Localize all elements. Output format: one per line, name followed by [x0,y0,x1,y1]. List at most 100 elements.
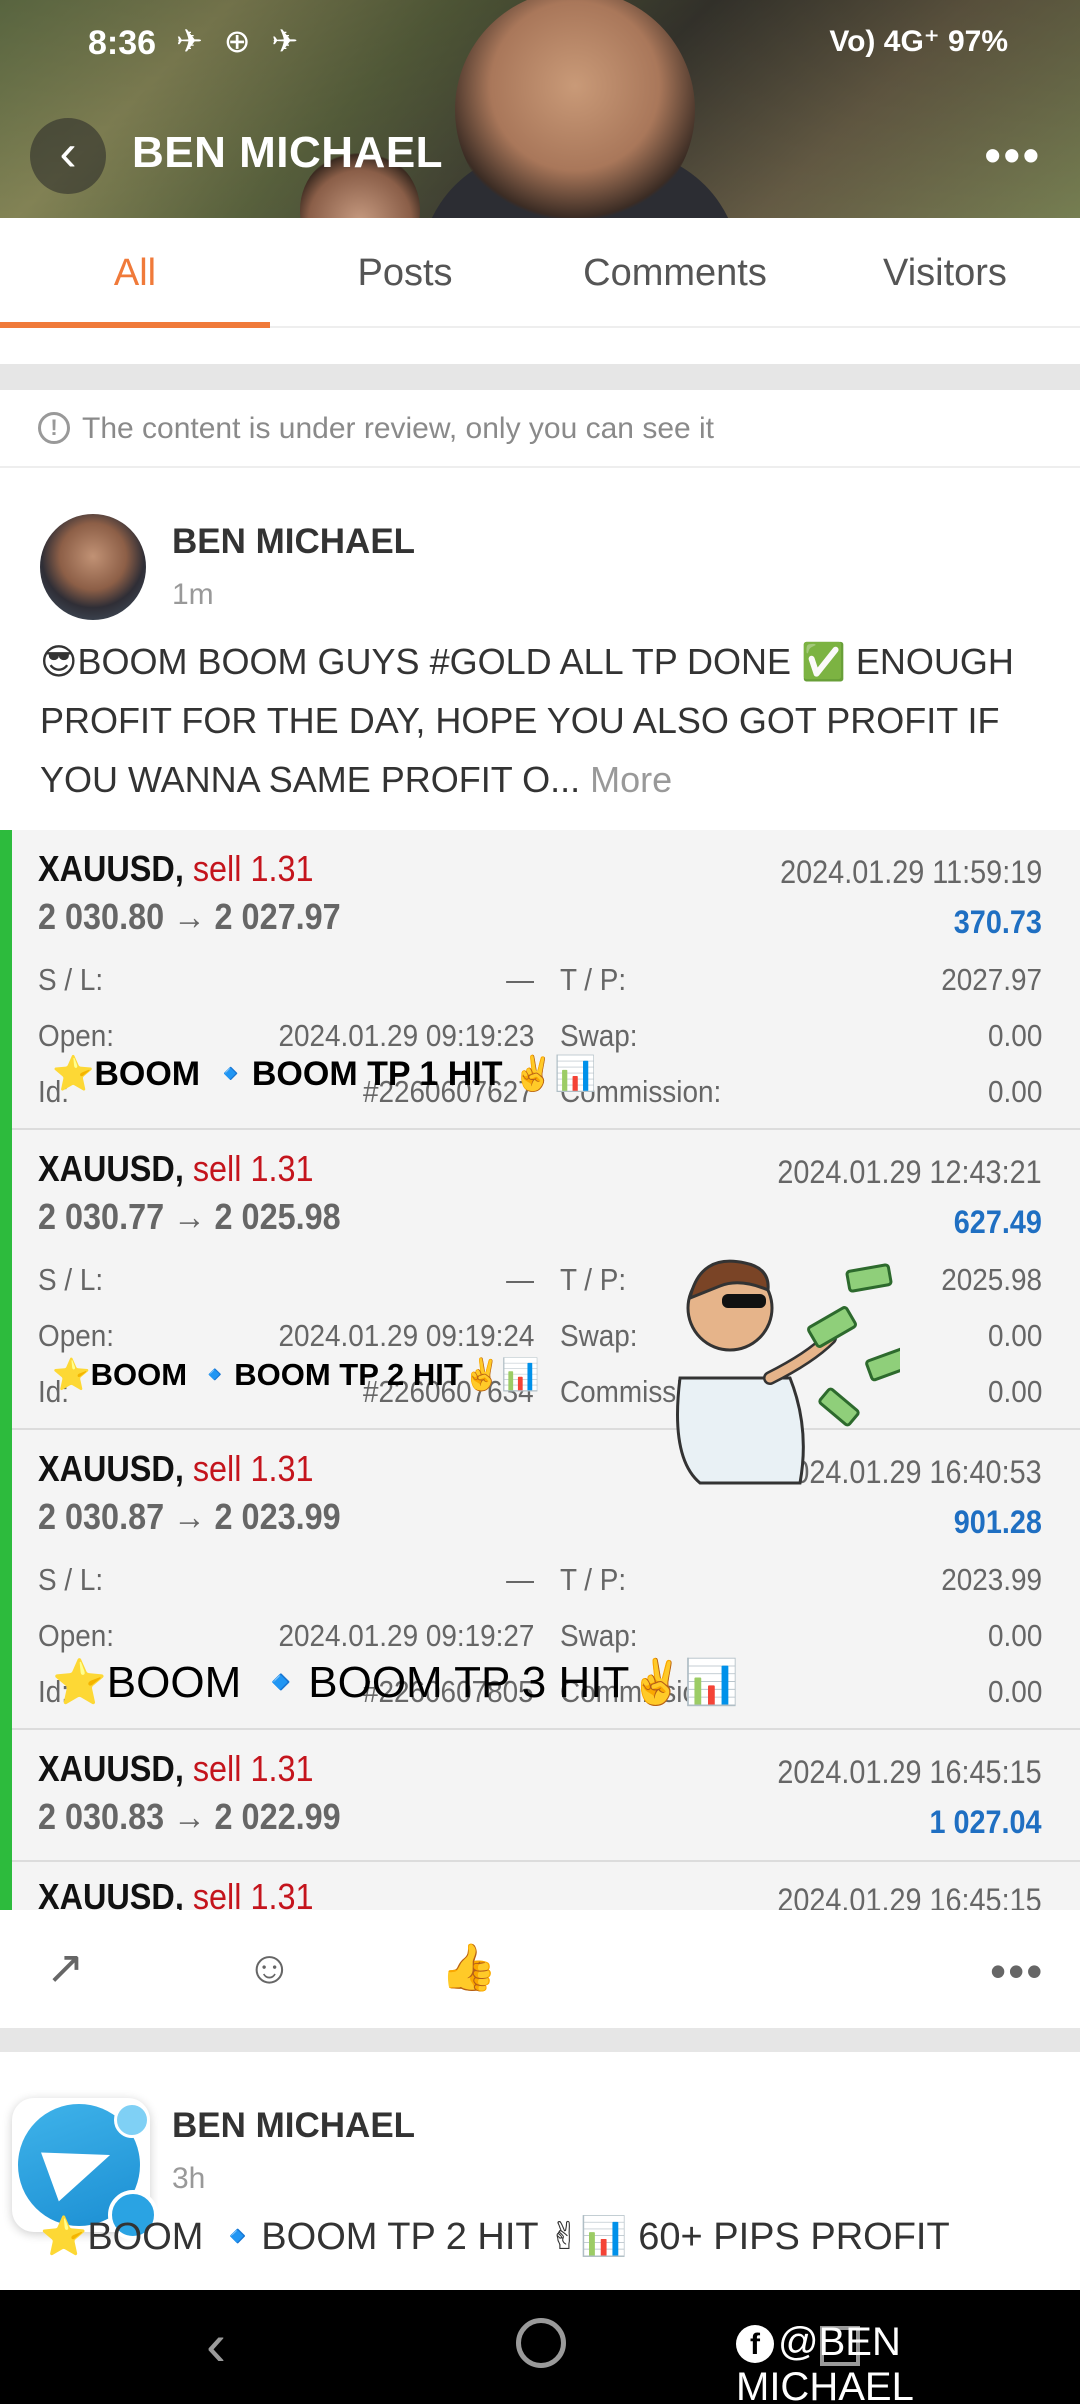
sl-value: — [506,1262,534,1297]
swap-value: 0.00 [987,1018,1042,1053]
telegram-floating-button[interactable] [12,2098,158,2240]
post-author-name[interactable]: BEN MICHAEL [172,2106,415,2146]
facebook-icon: f [736,2325,774,2364]
facebook-watermark: f @BEN MICHAEL [736,2320,1080,2404]
post-time: 3h [172,2162,206,2195]
sl-label: S / L: [38,1262,104,1297]
trade-symbol: XAUUSD, sell 1.31 [38,1876,314,1910]
status-time: 8:36 [88,24,157,62]
status-bar: 8:36 ✈ ⊕ ✈ Vo) 4G⁺ 97% [0,0,1080,90]
overlay-caption: ⭐BOOM 🔹BOOM TP 1 HIT ✌📊 [52,1055,597,1093]
trade-side: sell 1.31 [192,1748,314,1789]
trade-row: XAUUSD, sell 1.31 2024.01.29 16:45:15 [12,1862,1080,1910]
trade-row: XAUUSD, sell 1.31 2 030.83 → 2 022.99 20… [12,1730,1080,1862]
trade-price: 2 030.80 → 2 027.97 [38,896,341,937]
post-time: 1m [172,578,214,611]
post-more-icon[interactable]: ••• [990,1944,1044,1998]
info-icon: ! [38,412,70,444]
sl-value: — [506,962,534,997]
tab-posts[interactable]: Posts [270,218,540,326]
post-actions: ↗ ☺ 👍 ••• [0,1910,1080,2030]
back-button[interactable]: ‹ [30,118,106,194]
review-notice-text: The content is under review, only you ca… [82,412,715,445]
trade-row: XAUUSD, sell 1.31 2 030.87 → 2 023.99 20… [12,1430,1080,1730]
trade-price: 2 030.87 → 2 023.99 [38,1496,341,1537]
more-options-button[interactable]: ••• [985,128,1042,182]
tp-label: T / P: [560,1562,627,1597]
like-icon[interactable]: 👍 [440,1940,497,1995]
commission-value: 0.00 [987,1074,1042,1109]
trade-row: XAUUSD, sell 1.31 2 030.80 → 2 027.97 20… [12,830,1080,1130]
open-label: Open: [38,1618,115,1653]
open-value: 2024.01.29 09:19:24 [278,1318,534,1353]
trade-screenshot[interactable]: XAUUSD, sell 1.31 2 030.80 → 2 027.97 20… [0,830,1080,1910]
swap-label: Swap: [560,1018,638,1053]
trade-profit: 1 027.04 [929,1804,1042,1840]
open-value: 2024.01.29 09:19:27 [278,1618,534,1653]
tp-value: 2023.99 [941,1562,1042,1597]
trade-profit: 901.28 [953,1504,1042,1540]
status-notification-icons: ✈ ⊕ ✈ [176,23,305,59]
sl-label: S / L: [38,962,104,997]
tp-value: 2025.98 [941,1262,1042,1297]
avatar[interactable] [40,514,146,620]
page-title: BEN MICHAEL [132,128,444,177]
review-notice: ! The content is under review, only you … [0,390,1080,468]
trade-profit: 627.49 [953,1204,1042,1240]
swap-value: 0.00 [987,1618,1042,1653]
overlay-caption: ⭐BOOM 🔹BOOM TP 2 HIT✌📊 [52,1357,540,1392]
trade-side: sell 1.31 [192,1876,314,1910]
post-body: 😎BOOM BOOM GUYS #GOLD ALL TP DONE ✅ ENOU… [40,641,1014,800]
tp-label: T / P: [560,1262,627,1297]
swap-label: Swap: [560,1318,638,1353]
trade-row: XAUUSD, sell 1.31 2 030.77 → 2 025.98 20… [12,1130,1080,1430]
post-author-name[interactable]: BEN MICHAEL [172,522,415,562]
tp-label: T / P: [560,962,627,997]
system-navigation-bar: ‹ f @BEN MICHAEL [0,2290,1080,2404]
nav-back-icon[interactable]: ‹ [206,2310,226,2379]
more-dots-icon: ••• [984,129,1042,181]
comment-icon[interactable]: ☺ [246,1940,293,1994]
trade-price: 2 030.83 → 2 022.99 [38,1796,341,1837]
commission-value: 0.00 [987,1374,1042,1409]
nav-home-icon[interactable] [516,2318,566,2368]
profile-header: 8:36 ✈ ⊕ ✈ Vo) 4G⁺ 97% ‹ BEN MICHAEL ••• [0,0,1080,218]
sl-label: S / L: [38,1562,104,1597]
trade-price: 2 030.77 → 2 025.98 [38,1196,341,1237]
open-value: 2024.01.29 09:19:23 [278,1018,534,1053]
notification-dot [114,2102,150,2138]
commission-value: 0.00 [987,1674,1042,1709]
money-sticker-image [676,1259,900,1485]
swap-label: Swap: [560,1618,638,1653]
tab-comments[interactable]: Comments [540,218,810,326]
swap-value: 0.00 [987,1318,1042,1353]
overlay-caption: ⭐BOOM 🔹BOOM TP 3 HIT✌📊 [52,1658,739,1707]
section-divider [0,364,1080,390]
back-arrow-icon: ‹ [59,124,77,182]
trade-symbol: XAUUSD, sell 1.31 [38,1148,314,1189]
trade-symbol: XAUUSD, sell 1.31 [38,1448,314,1489]
post-text: ⭐BOOM 🔹BOOM TP 2 HIT ✌📊 60+ PIPS PROFIT [40,2216,950,2258]
trade-side: sell 1.31 [192,1148,314,1189]
trade-date: 2024.01.29 12:43:21 [777,1154,1042,1190]
open-label: Open: [38,1018,115,1053]
tab-all[interactable]: All [0,218,270,328]
trade-side: sell 1.31 [192,848,314,889]
tp-value: 2027.97 [941,962,1042,997]
trade-side: sell 1.31 [192,1448,314,1489]
trade-date: 2024.01.29 16:45:15 [777,1882,1042,1910]
trade-symbol: XAUUSD, sell 1.31 [38,848,314,889]
sl-value: — [506,1562,534,1597]
share-icon[interactable]: ↗ [46,1940,85,1994]
trade-date: 2024.01.29 11:59:19 [779,854,1042,890]
trade-symbol: XAUUSD, sell 1.31 [38,1748,314,1789]
tab-bar: All Posts Comments Visitors [0,218,1080,328]
tab-visitors[interactable]: Visitors [810,218,1080,326]
status-right-indicators: Vo) 4G⁺ 97% [829,25,1008,58]
trade-date: 2024.01.29 16:45:15 [777,1754,1042,1790]
trade-profit: 370.73 [953,904,1042,940]
open-label: Open: [38,1318,115,1353]
post-text: 😎BOOM BOOM GUYS #GOLD ALL TP DONE ✅ ENOU… [40,632,1050,809]
section-divider [0,2028,1080,2052]
more-link[interactable]: More [590,759,672,800]
